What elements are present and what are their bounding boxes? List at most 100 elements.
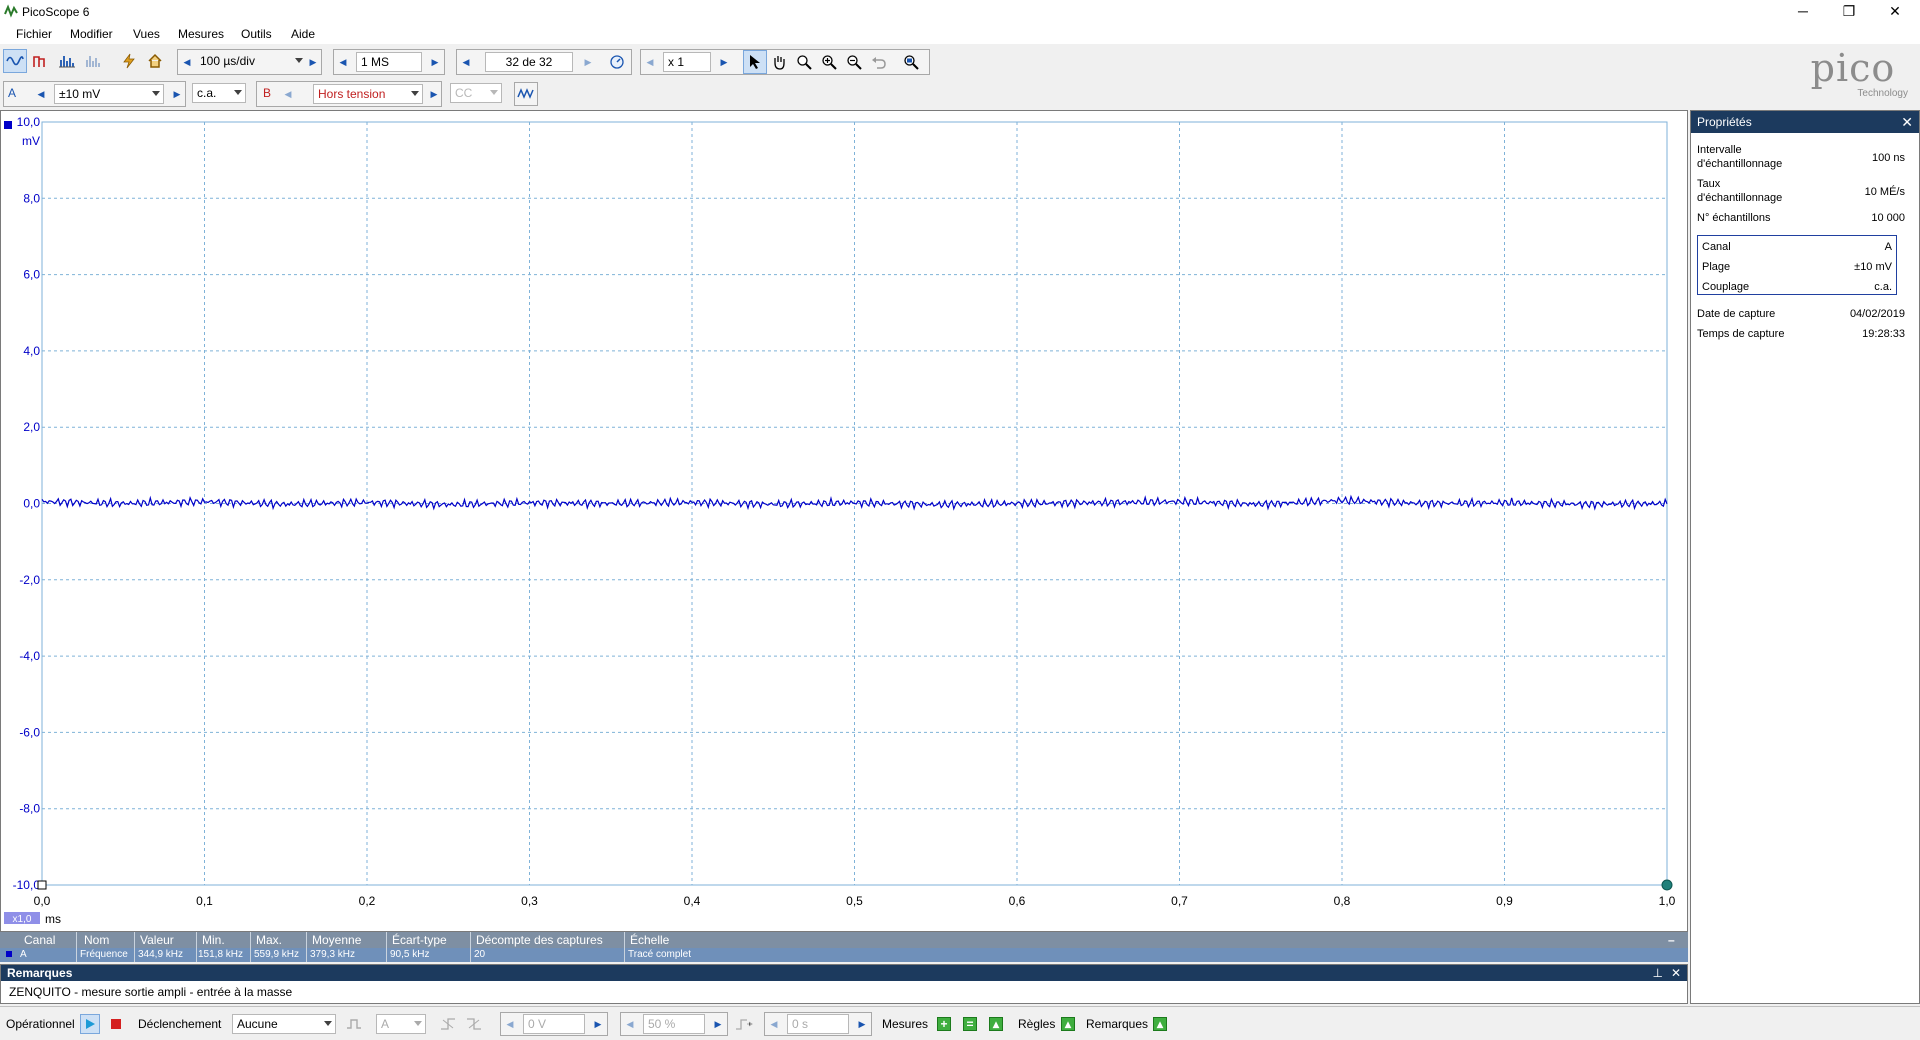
samples-select[interactable]: 1 MS: [356, 52, 422, 72]
timebase-select[interactable]: 100 µs/div: [196, 52, 306, 72]
chevron-down-icon: [324, 1021, 332, 1026]
scope-view[interactable]: 0,0 0,1 0,2 0,3 0,4 0,5 0,6 0,7 0,8 0,9 1,0 10,0 8,0…: [0, 110, 1688, 932]
notes-text[interactable]: ZENQUITO - mesure sortie ampli - entrée …: [1, 981, 1687, 1003]
channel-b-coupling-select[interactable]: CC: [450, 83, 502, 103]
property-row: Intervalle d'échantillonnage 100 ns: [1697, 143, 1905, 171]
zoom-prev-arrow-icon[interactable]: ◀: [643, 54, 657, 70]
pre-trigger-field[interactable]: 50 %: [643, 1014, 705, 1034]
spectrum-persistence-icon[interactable]: [81, 49, 105, 73]
zoom-window-icon[interactable]: [792, 50, 816, 74]
timebase-next-arrow-icon[interactable]: ▶: [306, 54, 320, 70]
delay-next-icon[interactable]: ▶: [855, 1016, 869, 1032]
menu-outils[interactable]: Outils: [241, 27, 272, 41]
remove-measurement-button[interactable]: ▴: [986, 1014, 1006, 1034]
trigger-rising-edge-icon[interactable]: [438, 1014, 458, 1034]
post-trigger-icon[interactable]: [734, 1014, 754, 1034]
property-row: Canal A: [1702, 240, 1892, 254]
trigger-level-next-icon[interactable]: ▶: [591, 1016, 605, 1032]
trigger-level-prev-icon[interactable]: ◀: [503, 1016, 517, 1032]
pin-icon[interactable]: ⊥: [1653, 965, 1663, 981]
stop-button[interactable]: [106, 1014, 126, 1034]
delay-prev-icon[interactable]: ◀: [767, 1016, 781, 1032]
channel-properties-box: Canal A Plage ±10 mV Couplage c.a.: [1697, 235, 1897, 295]
channel-a-range-select[interactable]: ±10 mV: [54, 84, 164, 104]
close-window-button[interactable]: ✕: [1872, 0, 1918, 24]
buffer-navigator-icon[interactable]: [605, 50, 629, 74]
minimize-button[interactable]: ─: [1780, 0, 1826, 24]
undo-zoom-icon[interactable]: [867, 50, 891, 74]
trigger-falling-edge-icon[interactable]: [464, 1014, 484, 1034]
channel-a-range-next-icon[interactable]: ▶: [170, 86, 184, 102]
trigger-mode-select[interactable]: Aucune: [232, 1014, 336, 1034]
menu-fichier[interactable]: Fichier: [16, 27, 52, 41]
start-button[interactable]: [80, 1014, 100, 1034]
properties-header: Propriétés ✕: [1691, 111, 1919, 133]
trigger-delay-field[interactable]: 0 s: [787, 1014, 849, 1034]
y-axis-unit: mV: [22, 134, 40, 148]
menu-vues[interactable]: Vues: [133, 27, 160, 41]
samples-prev-arrow-icon[interactable]: ◀: [336, 54, 350, 70]
pointer-tool-icon[interactable]: [743, 50, 767, 74]
chevron-down-icon: [152, 91, 160, 96]
channel-a-range-prev-icon[interactable]: ◀: [34, 86, 48, 102]
menu-aide[interactable]: Aide: [291, 27, 315, 41]
status-bar: Opérationnel Déclenchement Aucune A ◀ 0 …: [0, 1006, 1920, 1040]
trigger-label: Déclenchement: [138, 1017, 222, 1031]
property-value: 100 ns: [1871, 152, 1905, 164]
collapse-measurements-button[interactable]: –: [1668, 933, 1675, 947]
channel-a-label[interactable]: A: [8, 86, 16, 100]
picoscope-app-icon: [4, 4, 18, 18]
properties-close-icon[interactable]: ✕: [1901, 111, 1913, 133]
property-label: Date de capture: [1697, 308, 1776, 320]
property-value: ±10 mV: [1854, 261, 1892, 273]
home-default-icon[interactable]: [143, 49, 167, 73]
trigger-advanced-icon[interactable]: [344, 1014, 364, 1034]
auto-setup-icon[interactable]: [117, 49, 141, 73]
timebase-prev-arrow-icon[interactable]: ◀: [180, 54, 194, 70]
zoom-factor-field[interactable]: x 1: [663, 52, 711, 72]
channel-a-coupling-select[interactable]: c.a.: [192, 83, 246, 103]
zoom-next-arrow-icon[interactable]: ▶: [717, 54, 731, 70]
channel-b-range-prev-icon[interactable]: ◀: [281, 86, 295, 102]
property-label: Couplage: [1702, 281, 1750, 293]
channel-b-label[interactable]: B: [263, 86, 271, 100]
trigger-level-field[interactable]: 0 V: [523, 1014, 585, 1034]
capture-prev-arrow-icon[interactable]: ◀: [459, 54, 473, 70]
pre-trigger-next-icon[interactable]: ▶: [711, 1016, 725, 1032]
trigger-channel-select[interactable]: A: [376, 1014, 426, 1034]
pre-trigger-prev-icon[interactable]: ◀: [623, 1016, 637, 1032]
restore-button[interactable]: ❐: [1826, 0, 1872, 24]
zoom-in-icon[interactable]: [817, 50, 841, 74]
column-divider: [386, 932, 387, 962]
capture-navigation: ◀ 32 de 32 ▶: [456, 49, 632, 75]
persistence-mode-icon[interactable]: [29, 49, 53, 73]
y-tick-label: 6,0: [23, 268, 40, 282]
rulers-button[interactable]: ▴: [1058, 1014, 1078, 1034]
rulers-label: Règles: [1018, 1017, 1056, 1031]
zoom-overview-icon[interactable]: [899, 50, 923, 74]
capture-next-arrow-icon[interactable]: ▶: [581, 54, 595, 70]
zoom-out-icon[interactable]: [842, 50, 866, 74]
menu-modifier[interactable]: Modifier: [70, 27, 113, 41]
table-cell: Fréquence: [80, 949, 128, 960]
signal-generator-icon[interactable]: [514, 82, 538, 106]
spectrum-mode-icon[interactable]: [55, 49, 79, 73]
channel-b-range-next-icon[interactable]: ▶: [427, 86, 441, 102]
capture-index-field[interactable]: 32 de 32: [485, 52, 573, 72]
channel-b-range-select[interactable]: Hors tension: [313, 84, 423, 104]
add-measurement-button[interactable]: +: [934, 1014, 954, 1034]
notes-toggle-button[interactable]: ▴: [1150, 1014, 1170, 1034]
table-row[interactable]: A Fréquence 344,9 kHz 151,8 kHz 559,9 kH…: [0, 948, 1688, 962]
x-tick-label: 0,9: [1496, 894, 1513, 908]
hand-tool-icon[interactable]: [767, 50, 791, 74]
edit-measurement-button[interactable]: =: [960, 1014, 980, 1034]
notes-close-icon[interactable]: ✕: [1671, 965, 1681, 981]
edit-icon: =: [963, 1017, 977, 1031]
menu-mesures[interactable]: Mesures: [178, 27, 224, 41]
samples-next-arrow-icon[interactable]: ▶: [428, 54, 442, 70]
channel-a-marker: [4, 121, 12, 129]
chevron-down-icon: [411, 91, 419, 96]
channel-b-controls: B ◀ Hors tension ▶: [256, 81, 442, 107]
scope-mode-icon[interactable]: [3, 49, 27, 73]
run-mode-label: Opérationnel: [6, 1017, 75, 1031]
